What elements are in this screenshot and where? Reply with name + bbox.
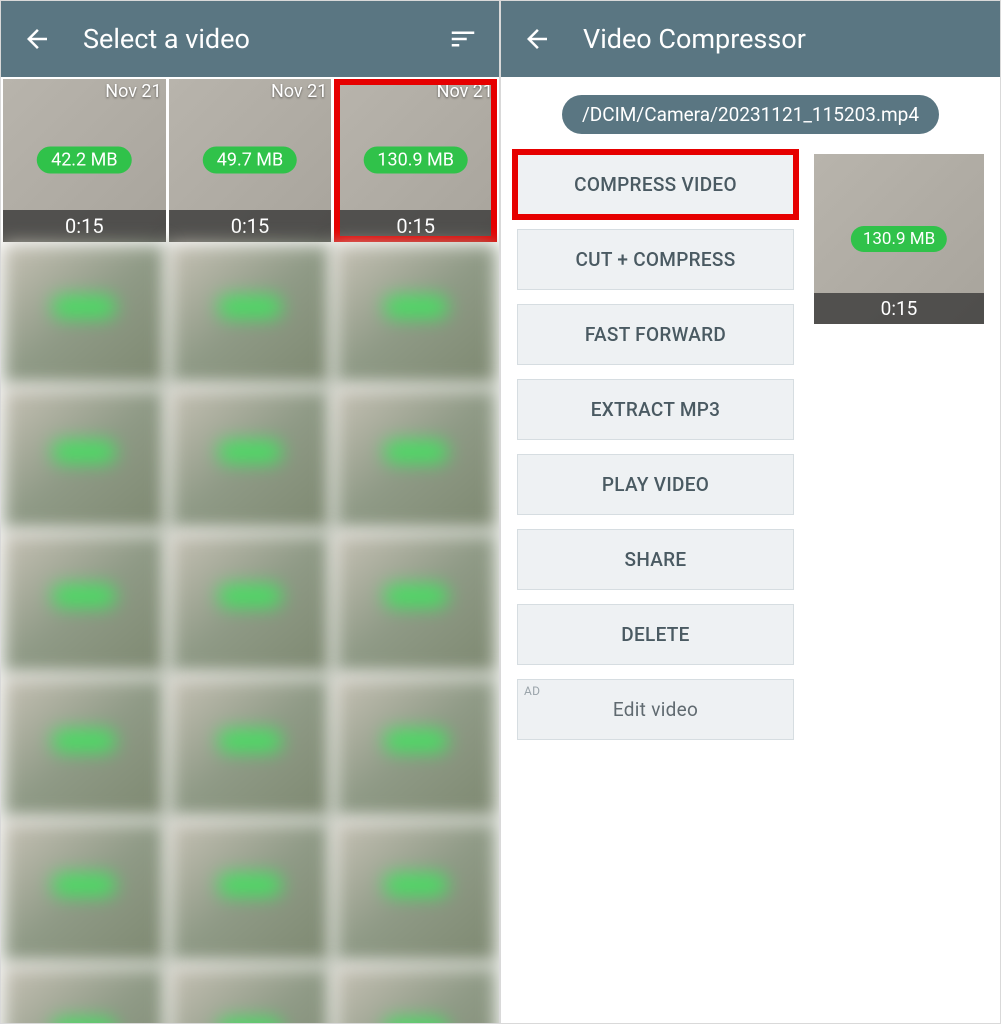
video-date: Nov 21 — [271, 81, 327, 102]
video-duration: 0:15 — [169, 210, 332, 242]
share-button[interactable]: SHARE — [517, 529, 794, 590]
appbar-title-right: Video Compressor — [583, 23, 982, 55]
preview-size: 130.9 MB — [851, 226, 947, 252]
appbar-right: Video Compressor — [501, 1, 1000, 77]
video-thumb[interactable]: Nov 21 42.2 MB 0:15 — [3, 79, 166, 242]
video-size: 130.9 MB — [363, 147, 468, 174]
appbar-left: Select a video — [1, 1, 499, 77]
video-thumb-selected[interactable]: Nov 21 130.9 MB 0:15 — [334, 79, 497, 242]
back-arrow-icon[interactable] — [519, 21, 555, 57]
video-compressor-screen: Video Compressor /DCIM/Camera/20231121_1… — [501, 1, 1000, 1023]
edit-video-ad-button[interactable]: AD Edit video — [517, 679, 794, 740]
preview-duration: 0:15 — [814, 293, 984, 324]
file-path: /DCIM/Camera/20231121_115203.mp4 — [562, 95, 939, 134]
compress-video-button[interactable]: COMPRESS VIDEO — [517, 154, 794, 215]
video-duration: 0:15 — [3, 210, 166, 242]
video-size: 49.7 MB — [203, 147, 298, 174]
video-date: Nov 21 — [437, 81, 493, 102]
video-grid-top: Nov 21 42.2 MB 0:15 Nov 21 49.7 MB 0:15 … — [1, 77, 499, 244]
back-arrow-icon[interactable] — [19, 21, 55, 57]
sort-icon[interactable] — [445, 21, 481, 57]
action-buttons: COMPRESS VIDEO CUT + COMPRESS FAST FORWA… — [517, 154, 794, 740]
video-size: 42.2 MB — [37, 147, 132, 174]
extract-mp3-button[interactable]: EXTRACT MP3 — [517, 379, 794, 440]
ad-label: AD — [524, 684, 540, 698]
appbar-title-left: Select a video — [83, 23, 417, 55]
select-video-screen: Select a video Nov 21 42.2 MB 0:15 Nov 2… — [1, 1, 501, 1023]
play-video-button[interactable]: PLAY VIDEO — [517, 454, 794, 515]
video-date: Nov 21 — [105, 81, 161, 102]
video-thumb[interactable]: Nov 21 49.7 MB 0:15 — [169, 79, 332, 242]
fast-forward-button[interactable]: FAST FORWARD — [517, 304, 794, 365]
video-grid-blurred — [1, 244, 499, 1023]
video-preview[interactable]: 130.9 MB 0:15 — [814, 154, 984, 324]
delete-button[interactable]: DELETE — [517, 604, 794, 665]
cut-compress-button[interactable]: CUT + COMPRESS — [517, 229, 794, 290]
edit-video-label: Edit video — [613, 698, 698, 721]
video-duration: 0:15 — [334, 210, 497, 242]
